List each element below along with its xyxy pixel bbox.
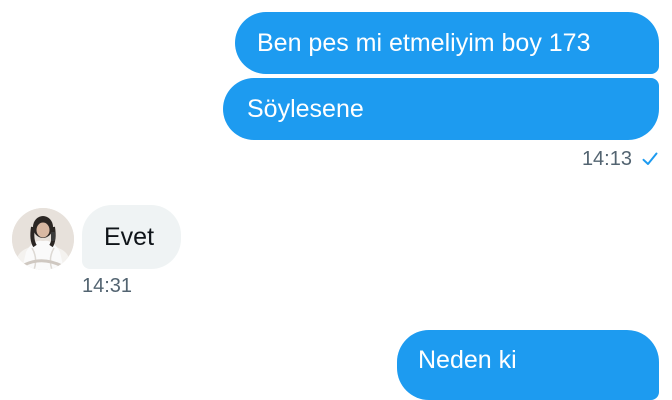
message-text: Ben pes mi etmeliyim boy 173	[257, 28, 591, 57]
message-timestamp: 14:31	[82, 275, 133, 297]
avatar[interactable]	[12, 208, 74, 270]
message-bubble-outgoing[interactable]: Söylesene	[223, 78, 659, 140]
profile-photo	[12, 208, 74, 270]
message-bubble-outgoing[interactable]: Ben pes mi etmeliyim boy 173	[235, 12, 659, 74]
message-bubble-incoming[interactable]: Evet	[82, 205, 181, 269]
message-timestamp: 14:13	[581, 148, 632, 170]
message-meta-outgoing: 14:13	[582, 149, 659, 169]
message-text: Söylesene	[247, 94, 364, 123]
message-meta-incoming: 14:31	[82, 276, 132, 296]
message-bubble-outgoing[interactable]: Neden ki	[397, 330, 659, 400]
message-text: Neden ki	[418, 346, 517, 374]
check-icon	[642, 152, 658, 165]
message-text: Evet	[104, 222, 155, 251]
